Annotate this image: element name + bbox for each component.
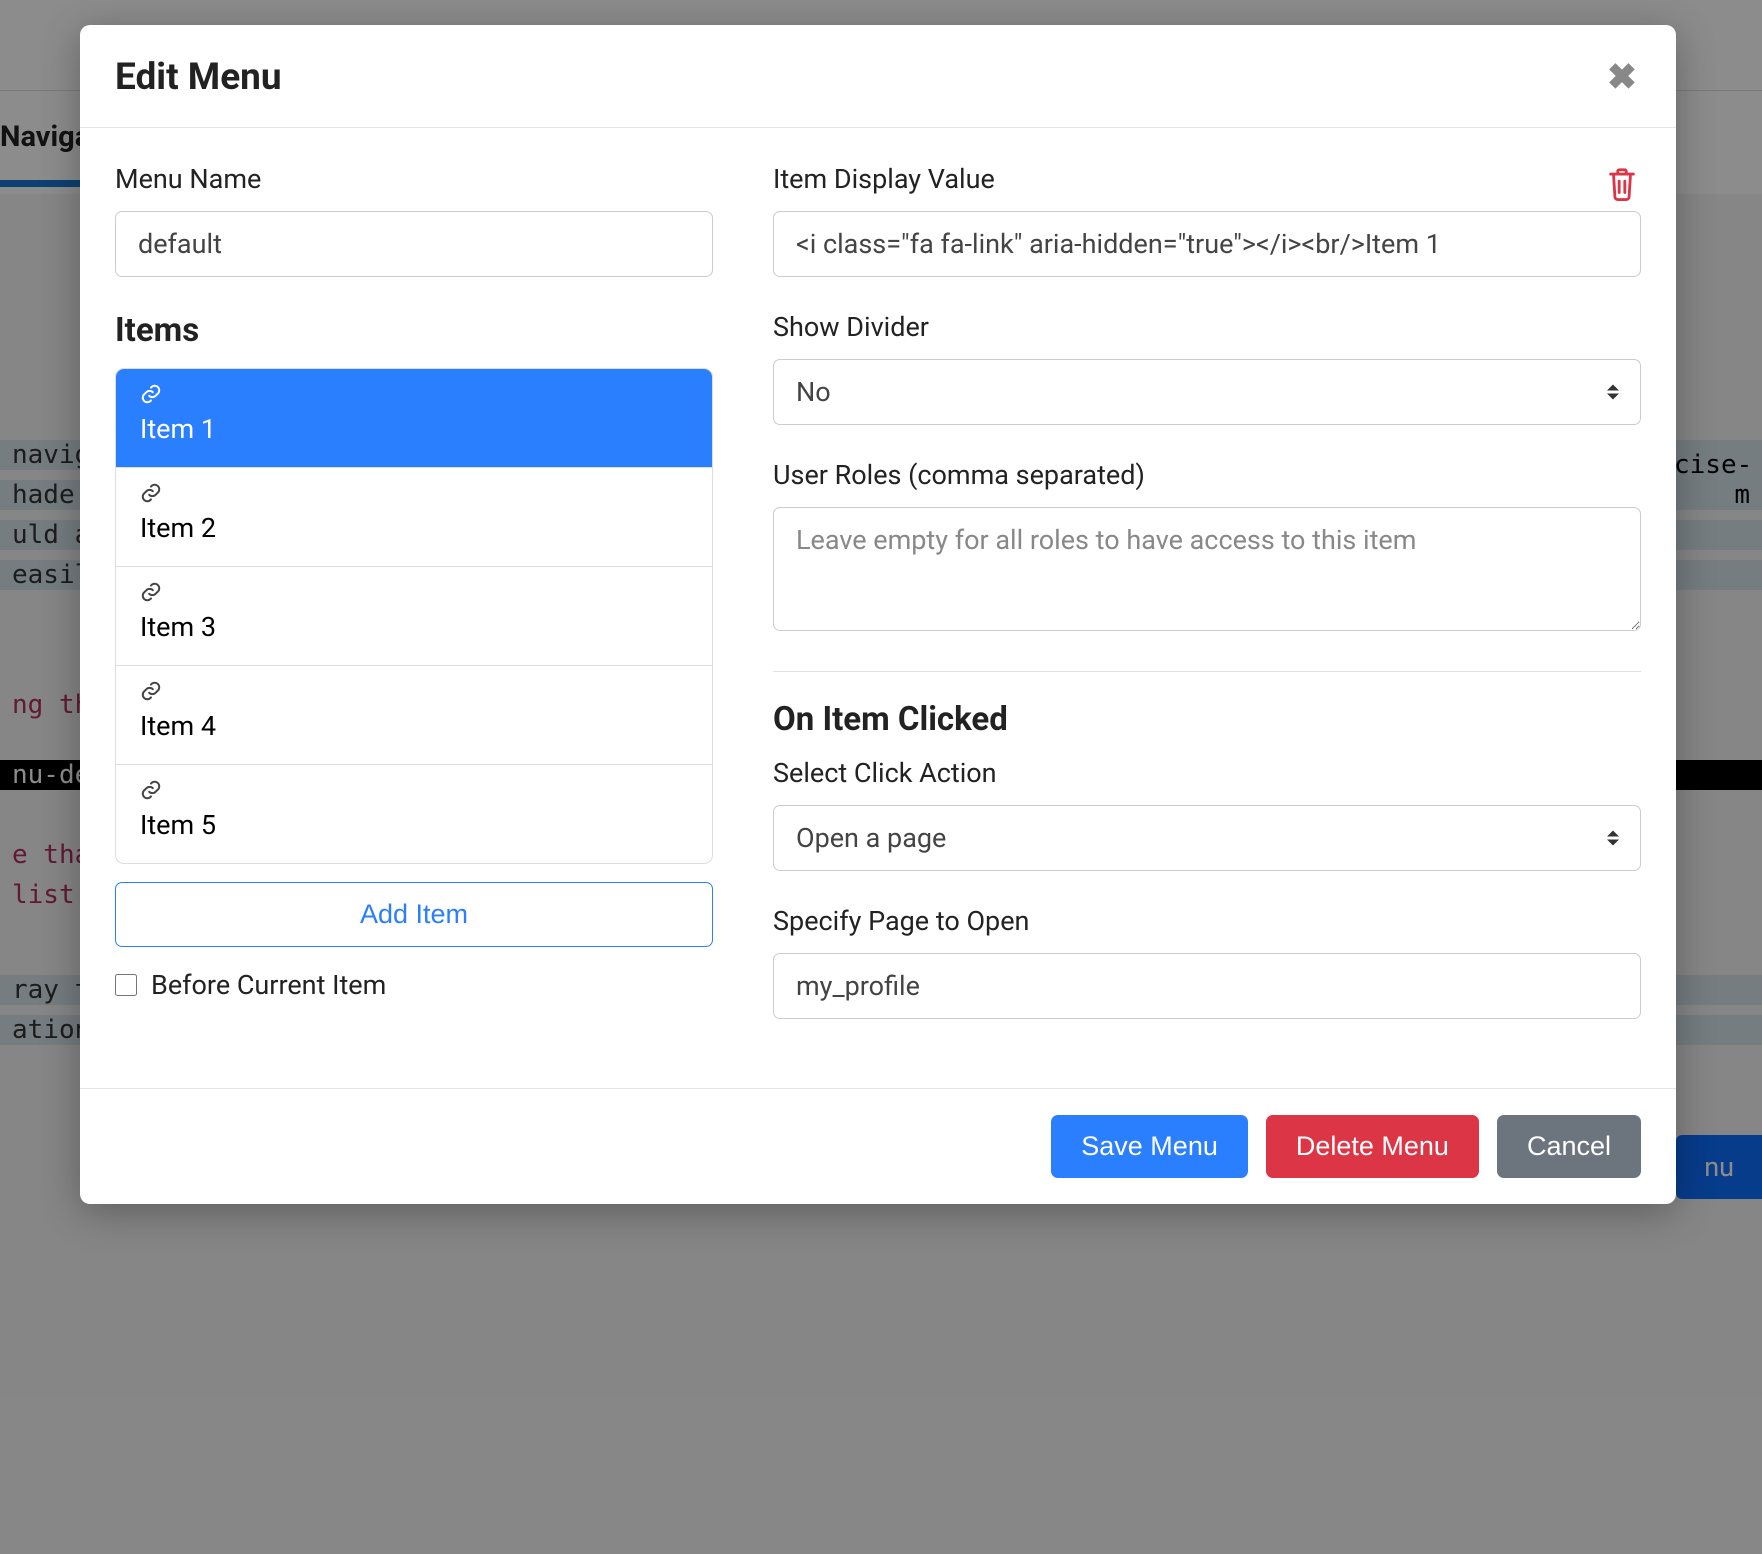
trash-icon <box>1605 165 1639 203</box>
modal-body: Menu Name Items Item 1 Item 2 <box>80 128 1676 1088</box>
page-to-open-input[interactable] <box>773 953 1641 1019</box>
delete-menu-button[interactable]: Delete Menu <box>1266 1115 1479 1178</box>
add-item-button[interactable]: Add Item <box>115 882 713 947</box>
right-column: Item Display Value Show Divider No <box>773 163 1641 1053</box>
section-divider <box>773 671 1641 672</box>
item-row-2[interactable]: Item 2 <box>116 468 712 567</box>
page-to-open-group: Specify Page to Open <box>773 905 1641 1019</box>
item-label: Item 4 <box>140 710 216 742</box>
items-list: Item 1 Item 2 Item 3 <box>115 368 713 864</box>
click-action-group: Select Click Action Open a page <box>773 757 1641 871</box>
item-row-5[interactable]: Item 5 <box>116 765 712 863</box>
save-menu-button[interactable]: Save Menu <box>1051 1115 1248 1178</box>
edit-menu-modal: Edit Menu ✖ Menu Name Items Item 1 <box>80 25 1676 1204</box>
menu-name-input[interactable] <box>115 211 713 277</box>
display-value-input[interactable] <box>773 211 1641 277</box>
show-divider-label: Show Divider <box>773 311 1641 343</box>
modal-title: Edit Menu <box>115 56 282 99</box>
before-current-label: Before Current Item <box>151 969 386 1001</box>
click-action-select[interactable]: Open a page <box>773 805 1641 871</box>
before-current-checkbox[interactable] <box>115 974 137 996</box>
before-current-checkbox-row[interactable]: Before Current Item <box>115 969 713 1001</box>
link-icon <box>140 482 688 508</box>
item-row-3[interactable]: Item 3 <box>116 567 712 666</box>
link-icon <box>140 383 688 409</box>
show-divider-select[interactable]: No <box>773 359 1641 425</box>
item-label: Item 3 <box>140 611 216 643</box>
link-icon <box>140 680 688 706</box>
display-value-group: Item Display Value <box>773 163 1641 277</box>
user-roles-textarea[interactable] <box>773 507 1641 631</box>
menu-name-group: Menu Name <box>115 163 713 277</box>
on-item-clicked-title: On Item Clicked <box>773 700 1641 739</box>
item-row-4[interactable]: Item 4 <box>116 666 712 765</box>
item-label: Item 2 <box>140 512 216 544</box>
user-roles-label: User Roles (comma separated) <box>773 459 1641 491</box>
click-action-label: Select Click Action <box>773 757 1641 789</box>
left-column: Menu Name Items Item 1 Item 2 <box>115 163 713 1053</box>
link-icon <box>140 581 688 607</box>
menu-name-label: Menu Name <box>115 163 713 195</box>
item-label: Item 1 <box>140 413 216 445</box>
show-divider-group: Show Divider No <box>773 311 1641 425</box>
item-label: Item 5 <box>140 809 216 841</box>
close-button[interactable]: ✖ <box>1603 55 1641 99</box>
modal-header: Edit Menu ✖ <box>80 25 1676 128</box>
display-value-label: Item Display Value <box>773 163 995 195</box>
link-icon <box>140 779 688 805</box>
items-title: Items <box>115 311 713 350</box>
user-roles-group: User Roles (comma separated) <box>773 459 1641 635</box>
delete-item-button[interactable] <box>1603 163 1641 209</box>
page-to-open-label: Specify Page to Open <box>773 905 1641 937</box>
display-value-header: Item Display Value <box>773 163 1641 211</box>
item-row-1[interactable]: Item 1 <box>116 369 712 468</box>
modal-footer: Save Menu Delete Menu Cancel <box>80 1088 1676 1204</box>
cancel-button[interactable]: Cancel <box>1497 1115 1641 1178</box>
close-icon: ✖ <box>1607 56 1637 98</box>
